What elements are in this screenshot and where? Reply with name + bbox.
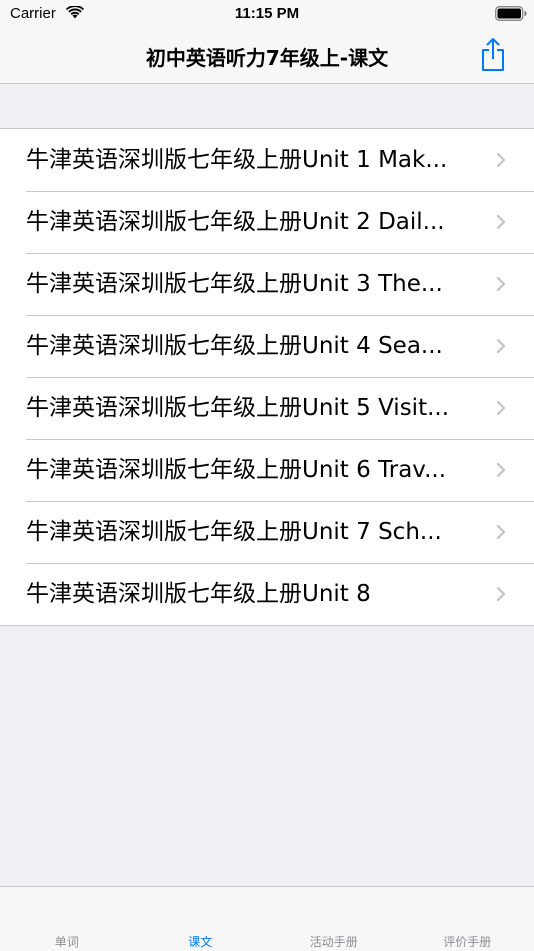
list-item-label: 牛津英语深圳版七年级上册Unit 3 The... xyxy=(26,269,484,299)
list-item-label: 牛津英语深圳版七年级上册Unit 8 xyxy=(26,579,484,609)
list-item[interactable]: 牛津英语深圳版七年级上册Unit 1 Mak... xyxy=(0,129,534,191)
tab-bar: 单词课文活动手册评价手册 xyxy=(0,886,534,951)
chevron-right-icon xyxy=(496,400,506,416)
tab-label: 课文 xyxy=(134,933,268,950)
list-item-label: 牛津英语深圳版七年级上册Unit 4 Sea... xyxy=(26,331,484,361)
navigation-bar: 初中英语听力7年级上-课文 xyxy=(0,28,534,84)
list-item-label: 牛津英语深圳版七年级上册Unit 1 Mak... xyxy=(26,145,484,175)
list-item-label: 牛津英语深圳版七年级上册Unit 7 Sch... xyxy=(26,517,484,547)
list-item[interactable]: 牛津英语深圳版七年级上册Unit 4 Sea... xyxy=(0,315,534,377)
list-item-label: 牛津英语深圳版七年级上册Unit 5 Visit... xyxy=(26,393,484,423)
chevron-right-icon xyxy=(496,586,506,602)
chevron-right-icon xyxy=(496,462,506,478)
list-item[interactable]: 牛津英语深圳版七年级上册Unit 7 Sch... xyxy=(0,501,534,563)
list-item[interactable]: 牛津英语深圳版七年级上册Unit 8 xyxy=(0,563,534,625)
list-item-label: 牛津英语深圳版七年级上册Unit 2 Dail... xyxy=(26,207,484,237)
lesson-list: 牛津英语深圳版七年级上册Unit 1 Mak... 牛津英语深圳版七年级上册Uni… xyxy=(0,128,534,626)
chevron-right-icon xyxy=(496,338,506,354)
list-item[interactable]: 牛津英语深圳版七年级上册Unit 3 The... xyxy=(0,253,534,315)
tab-label: 单词 xyxy=(0,933,134,950)
battery-icon xyxy=(495,6,527,21)
tab-words[interactable]: 单词 xyxy=(0,887,134,951)
tab-label: 评价手册 xyxy=(401,933,534,950)
tab-activity-book[interactable]: 活动手册 xyxy=(267,887,401,951)
clock: 11:15 PM xyxy=(0,5,534,22)
chevron-right-icon xyxy=(496,152,506,168)
list-item-label: 牛津英语深圳版七年级上册Unit 6 Trav... xyxy=(26,455,484,485)
tab-assessment-book[interactable]: 评价手册 xyxy=(401,887,534,951)
tab-texts[interactable]: 课文 xyxy=(134,887,268,951)
chevron-right-icon xyxy=(496,524,506,540)
tab-label: 活动手册 xyxy=(267,933,401,950)
list-item[interactable]: 牛津英语深圳版七年级上册Unit 5 Visit... xyxy=(0,377,534,439)
list-item[interactable]: 牛津英语深圳版七年级上册Unit 2 Dail... xyxy=(0,191,534,253)
page-title: 初中英语听力7年级上-课文 xyxy=(60,42,474,71)
share-icon[interactable] xyxy=(478,36,508,72)
status-bar: Carrier 11:15 PM xyxy=(0,0,534,28)
chevron-right-icon xyxy=(496,214,506,230)
list-item[interactable]: 牛津英语深圳版七年级上册Unit 6 Trav... xyxy=(0,439,534,501)
chevron-right-icon xyxy=(496,276,506,292)
